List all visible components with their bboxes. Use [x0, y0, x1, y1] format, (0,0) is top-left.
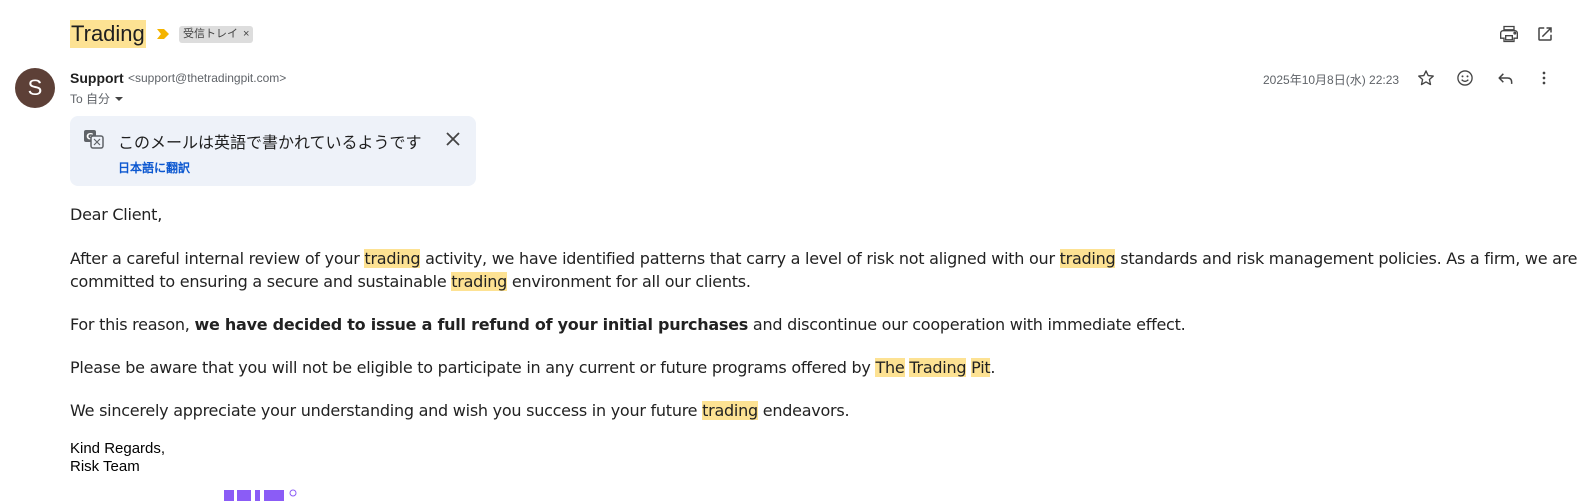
- text-span: committed to ensuring a secure and susta…: [70, 272, 452, 291]
- text-span: activity, we have identified patterns th…: [420, 249, 1060, 268]
- search-highlight: trading: [1059, 249, 1116, 268]
- paragraph-2: For this reason, we have decided to issu…: [70, 313, 1186, 336]
- search-highlight: The: [875, 358, 905, 377]
- text-span: and discontinue our cooperation with imm…: [748, 315, 1186, 334]
- more-vert-icon[interactable]: [1532, 66, 1556, 90]
- search-highlight: trading: [364, 249, 421, 268]
- paragraph-3: Please be aware that you will not be eli…: [70, 356, 995, 379]
- paragraph-1-line-2: committed to ensuring a secure and susta…: [70, 270, 751, 293]
- emoji-icon[interactable]: [1453, 66, 1477, 90]
- greeting: Dear Client,: [70, 205, 163, 224]
- translate-message: このメールは英語で書かれているようです: [118, 135, 422, 152]
- sender-name: Support: [70, 70, 124, 86]
- search-highlight: Trading: [909, 358, 967, 377]
- text-span: Please be aware that you will not be eli…: [70, 358, 876, 377]
- search-highlight: trading: [702, 401, 758, 420]
- text-span: endeavors.: [757, 401, 850, 420]
- company-logo: [222, 488, 302, 501]
- sender-email: <support@thetradingpit.com>: [128, 71, 287, 85]
- signature-team: Risk Team: [70, 458, 140, 475]
- avatar[interactable]: S: [15, 68, 55, 108]
- important-marker-icon[interactable]: [156, 27, 170, 41]
- text-span: standards and risk management policies. …: [1115, 249, 1578, 268]
- bold-text: we have decided to issue a full refund o…: [194, 315, 749, 334]
- label-chip-inbox[interactable]: 受信トレイ ×: [179, 26, 254, 43]
- close-icon[interactable]: [442, 128, 464, 150]
- email-subject: Trading: [70, 20, 146, 48]
- text-span: After a careful internal review of your: [70, 249, 365, 268]
- open-in-new-icon[interactable]: [1533, 22, 1557, 46]
- text-span: For this reason,: [70, 315, 195, 334]
- text-span: environment for all our clients.: [507, 272, 751, 291]
- label-chip-text: 受信トレイ: [183, 28, 238, 40]
- star-icon[interactable]: [1414, 66, 1438, 90]
- print-icon[interactable]: [1497, 22, 1521, 46]
- email-date: 2025年10月8日(水) 22:23: [1263, 73, 1400, 87]
- text-span: .: [990, 358, 996, 377]
- search-highlight: Pit: [971, 358, 991, 377]
- search-highlight: trading: [451, 272, 508, 291]
- paragraph-4: We sincerely appreciate your understandi…: [70, 399, 850, 422]
- recipient-text: To 自分: [70, 92, 111, 106]
- recipient-details-toggle[interactable]: To 自分: [70, 90, 124, 107]
- text-span: We sincerely appreciate your understandi…: [70, 401, 703, 420]
- paragraph-1-line-1: After a careful internal review of your …: [70, 247, 1578, 270]
- chevron-down-icon: [115, 96, 124, 101]
- remove-label-icon[interactable]: ×: [243, 26, 249, 43]
- reply-icon[interactable]: [1493, 66, 1517, 90]
- translate-icon: G: [84, 130, 104, 149]
- signature-regards: Kind Regards,: [70, 440, 166, 457]
- translate-to-japanese-link[interactable]: 日本語に翻訳: [118, 159, 190, 176]
